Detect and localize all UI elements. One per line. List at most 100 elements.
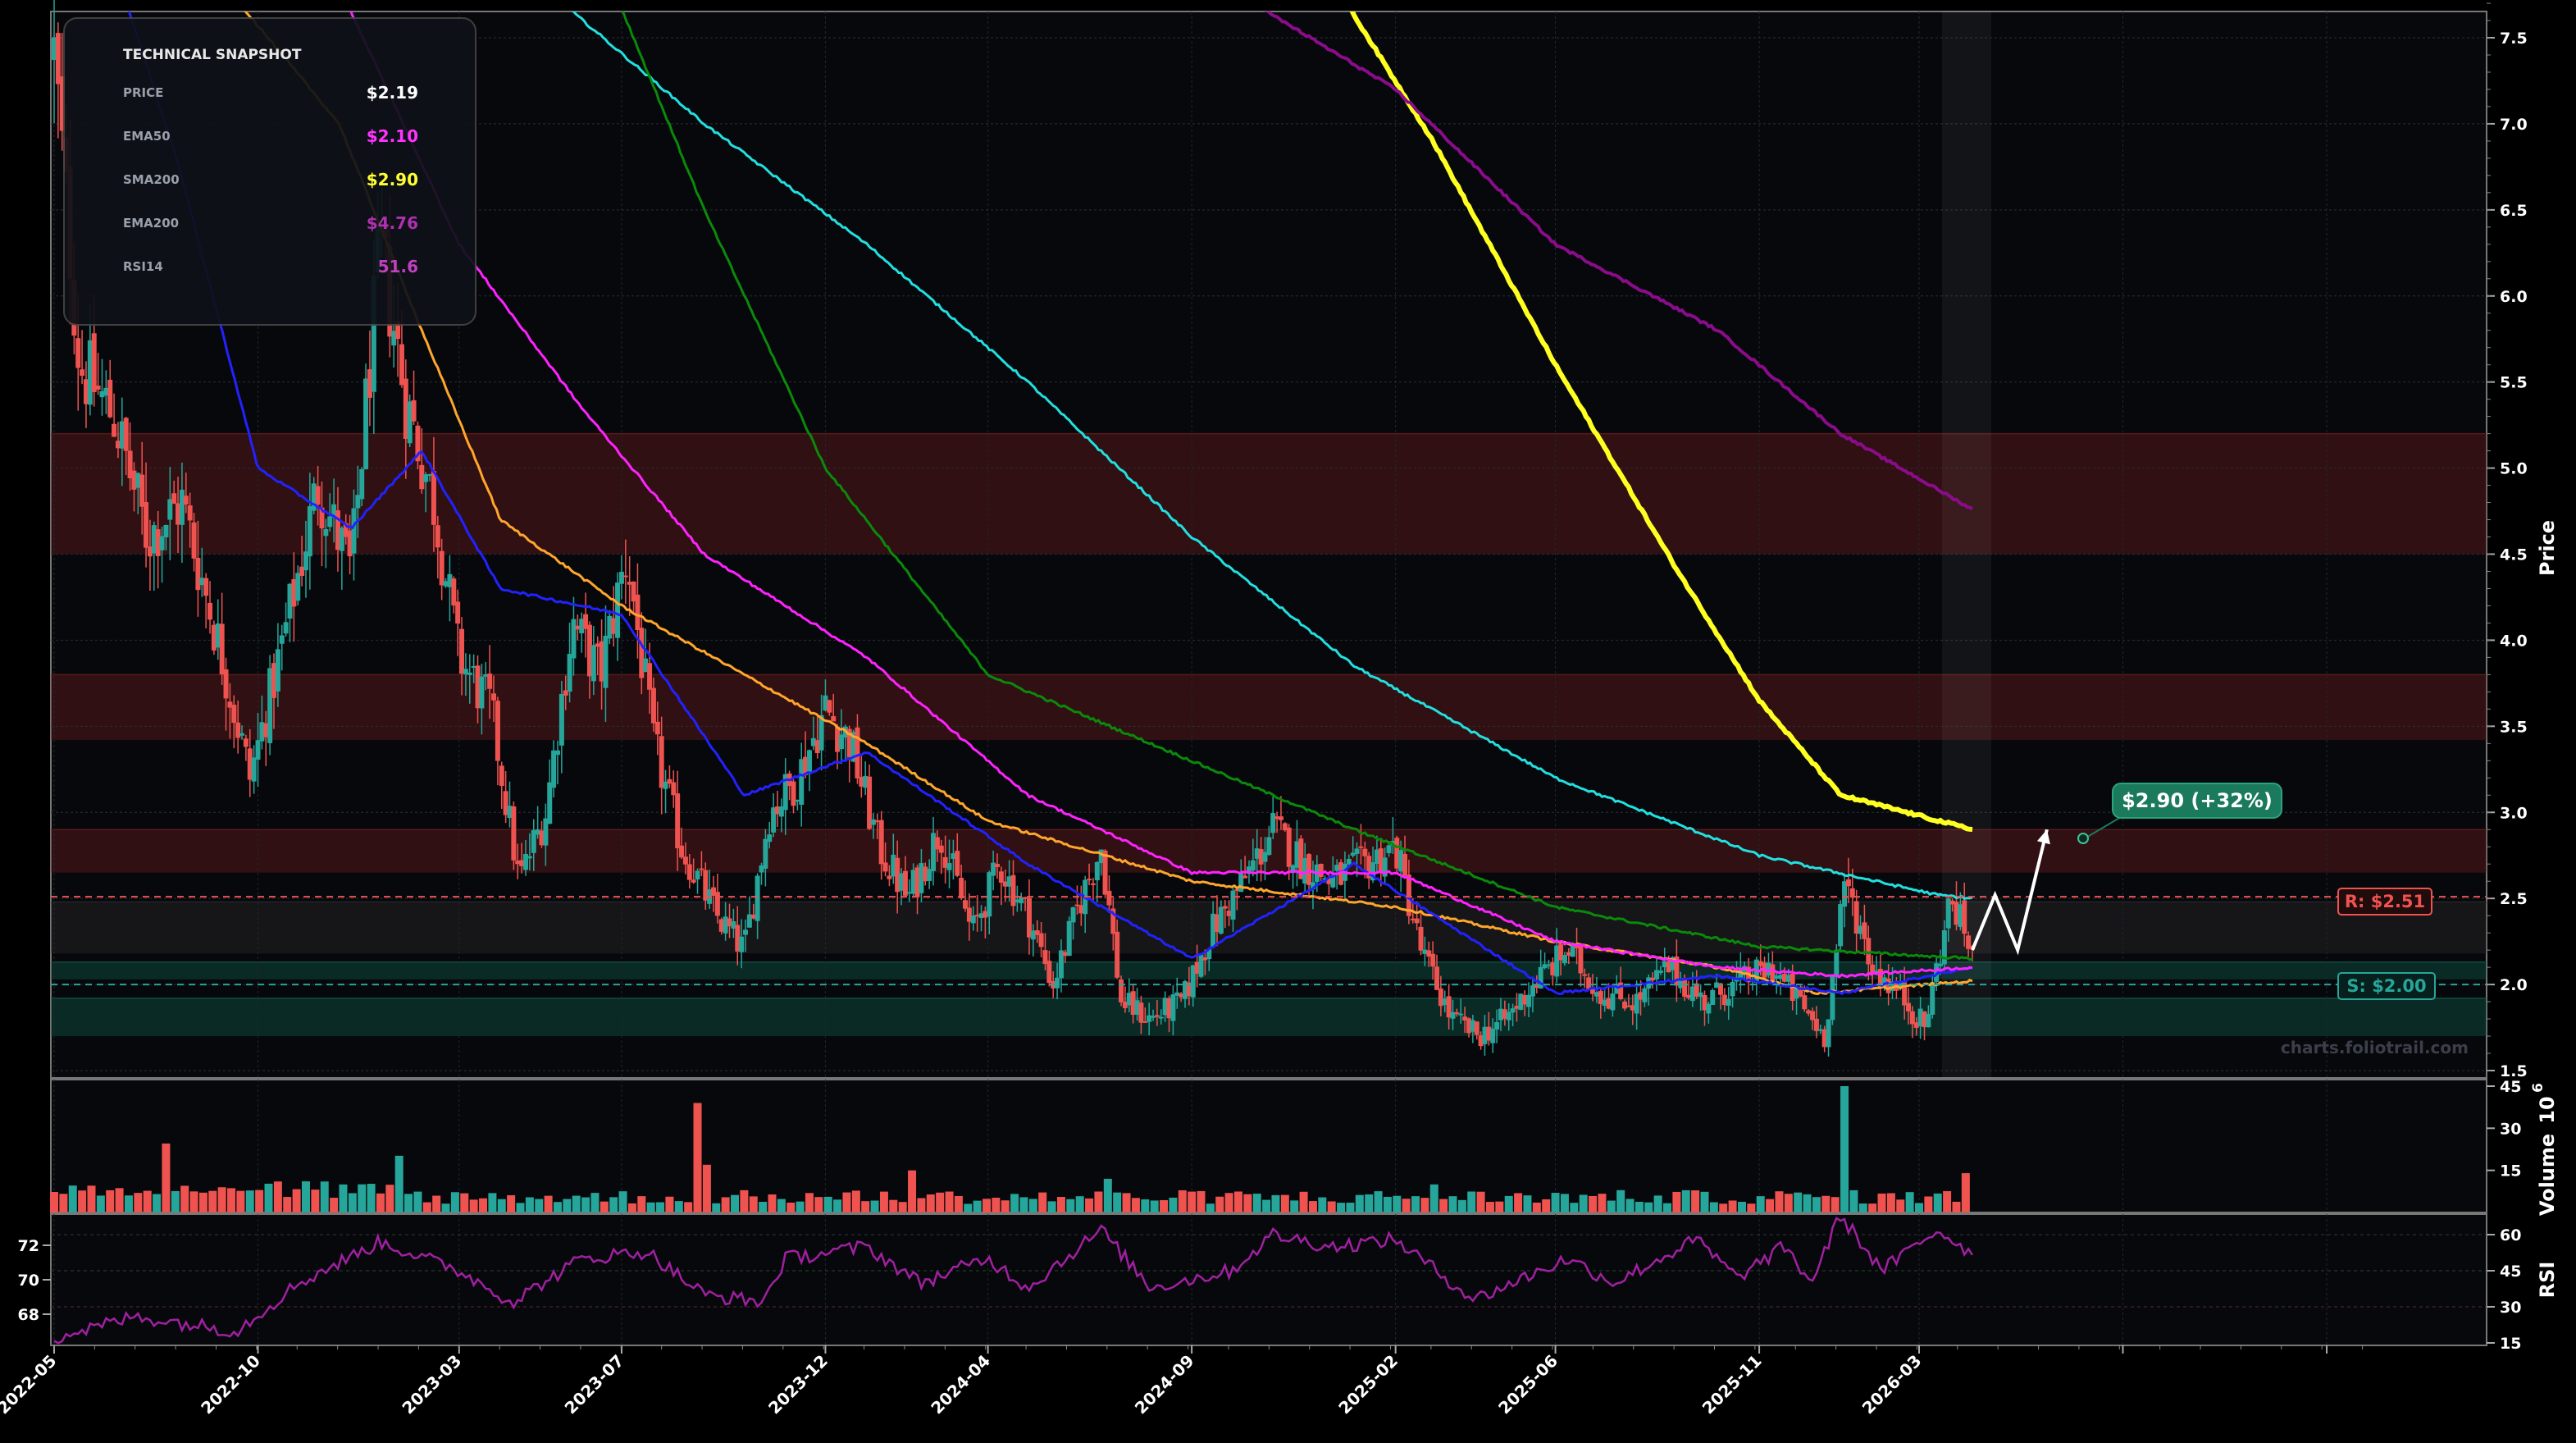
volume-bar bbox=[1896, 1199, 1905, 1212]
candle-up bbox=[1094, 861, 1100, 881]
snapshot-label-ema50: EMA50 bbox=[123, 129, 171, 144]
candle-up bbox=[1346, 858, 1352, 865]
volume-bar bbox=[1943, 1191, 1952, 1212]
volume-bar bbox=[143, 1190, 152, 1212]
candle-down bbox=[1358, 846, 1364, 848]
candle-down bbox=[699, 868, 704, 870]
candle-down bbox=[455, 601, 461, 624]
candle-down bbox=[231, 705, 237, 724]
volume-bar bbox=[721, 1197, 730, 1212]
volume-bar bbox=[1803, 1194, 1812, 1212]
volume-exponent-power: 6 bbox=[2530, 1083, 2546, 1093]
candle-up bbox=[1250, 860, 1256, 871]
candle-up bbox=[567, 654, 572, 692]
candle-up bbox=[467, 672, 472, 675]
candle-down bbox=[1306, 854, 1312, 885]
volume-bar bbox=[450, 1192, 459, 1212]
candle-down bbox=[495, 701, 500, 761]
price-zones bbox=[51, 432, 2487, 1037]
volume-bar bbox=[292, 1189, 301, 1212]
volume-bar bbox=[1402, 1199, 1411, 1212]
volume-bar bbox=[516, 1203, 525, 1212]
candle-down bbox=[431, 471, 436, 525]
volume-bar bbox=[320, 1181, 329, 1212]
volume-bar bbox=[1038, 1192, 1047, 1212]
snapshot-value-ema50: $2.10 bbox=[367, 126, 418, 146]
volume-bar bbox=[1672, 1191, 1681, 1212]
candle-down bbox=[1106, 890, 1112, 906]
candle-up bbox=[239, 733, 245, 736]
candle-up bbox=[551, 750, 557, 788]
volume-bar bbox=[898, 1202, 907, 1212]
candle-down bbox=[435, 525, 440, 548]
volume-bar bbox=[1290, 1200, 1299, 1212]
candle-down bbox=[1038, 933, 1044, 948]
candle-up bbox=[1266, 837, 1272, 856]
volume-bar bbox=[358, 1184, 367, 1212]
price-tick-label: 7.0 bbox=[2500, 116, 2528, 134]
candle-up bbox=[1230, 890, 1236, 920]
volume-bar bbox=[656, 1202, 665, 1212]
volume-bar bbox=[171, 1190, 180, 1212]
snapshot-label-price: PRICE bbox=[123, 85, 163, 100]
volume-bar bbox=[1653, 1195, 1662, 1212]
volume-bar bbox=[367, 1184, 376, 1212]
price-tick-label: 2.0 bbox=[2500, 976, 2528, 994]
volume-bar bbox=[507, 1194, 516, 1212]
price-tick-label: 4.5 bbox=[2500, 546, 2528, 564]
volume-bar bbox=[441, 1203, 450, 1212]
volume-bar bbox=[283, 1197, 292, 1212]
volume-bar bbox=[553, 1202, 562, 1212]
candle-up bbox=[159, 536, 165, 550]
candle-up bbox=[554, 750, 560, 756]
candle-down bbox=[223, 669, 229, 699]
volume-bar bbox=[1635, 1201, 1644, 1212]
volume-bar bbox=[1933, 1193, 1942, 1212]
volume-bar bbox=[1681, 1190, 1690, 1212]
candle-down bbox=[686, 864, 692, 880]
volume-bar bbox=[488, 1193, 497, 1212]
rsi-tick-label: 60 bbox=[2500, 1226, 2521, 1244]
volume-tick-label: 45 bbox=[2500, 1078, 2521, 1096]
candle-up bbox=[615, 582, 621, 638]
candle-up bbox=[1930, 982, 1935, 1015]
candle-down bbox=[654, 721, 660, 735]
price-tick-label: 3.5 bbox=[2500, 718, 2528, 736]
volume-bar bbox=[1523, 1195, 1532, 1212]
volume-bar bbox=[1495, 1201, 1504, 1212]
volume-bar bbox=[1747, 1203, 1756, 1212]
candle-up bbox=[618, 571, 624, 584]
volume-bar bbox=[712, 1203, 721, 1212]
volume-bar bbox=[134, 1193, 143, 1212]
candle-down bbox=[675, 793, 681, 849]
candle-down bbox=[511, 806, 517, 861]
candle-down bbox=[144, 502, 149, 548]
candle-down bbox=[112, 423, 117, 437]
resistance-label-text: R: $2.51 bbox=[2345, 892, 2425, 911]
volume-bar bbox=[348, 1193, 357, 1212]
volume-bar bbox=[1504, 1195, 1513, 1212]
volume-bar bbox=[1056, 1197, 1065, 1212]
candle-down bbox=[451, 578, 457, 606]
volume-bar bbox=[264, 1183, 273, 1212]
volume-bar bbox=[1551, 1193, 1560, 1212]
volume-bar bbox=[1103, 1178, 1112, 1212]
candle-down bbox=[1430, 953, 1436, 967]
volume-bar bbox=[1066, 1199, 1075, 1212]
volume-bar bbox=[1122, 1193, 1131, 1212]
volume-bar bbox=[1766, 1199, 1775, 1212]
candle-down bbox=[1770, 964, 1776, 982]
candle-up bbox=[755, 875, 760, 921]
volume-bar bbox=[1318, 1197, 1327, 1212]
support-label-text: S: $2.00 bbox=[2346, 976, 2426, 996]
volume-bar bbox=[1327, 1201, 1336, 1212]
candle-down bbox=[243, 738, 248, 747]
volume-bar bbox=[581, 1197, 590, 1212]
candle-down bbox=[139, 474, 145, 507]
candle-down bbox=[1862, 922, 1867, 939]
volume-bar bbox=[1383, 1196, 1392, 1212]
candle-up bbox=[1070, 906, 1076, 923]
target-label-text: $2.90 (+32%) bbox=[2122, 789, 2273, 812]
candle-up bbox=[479, 676, 485, 709]
candle-down bbox=[219, 623, 225, 675]
